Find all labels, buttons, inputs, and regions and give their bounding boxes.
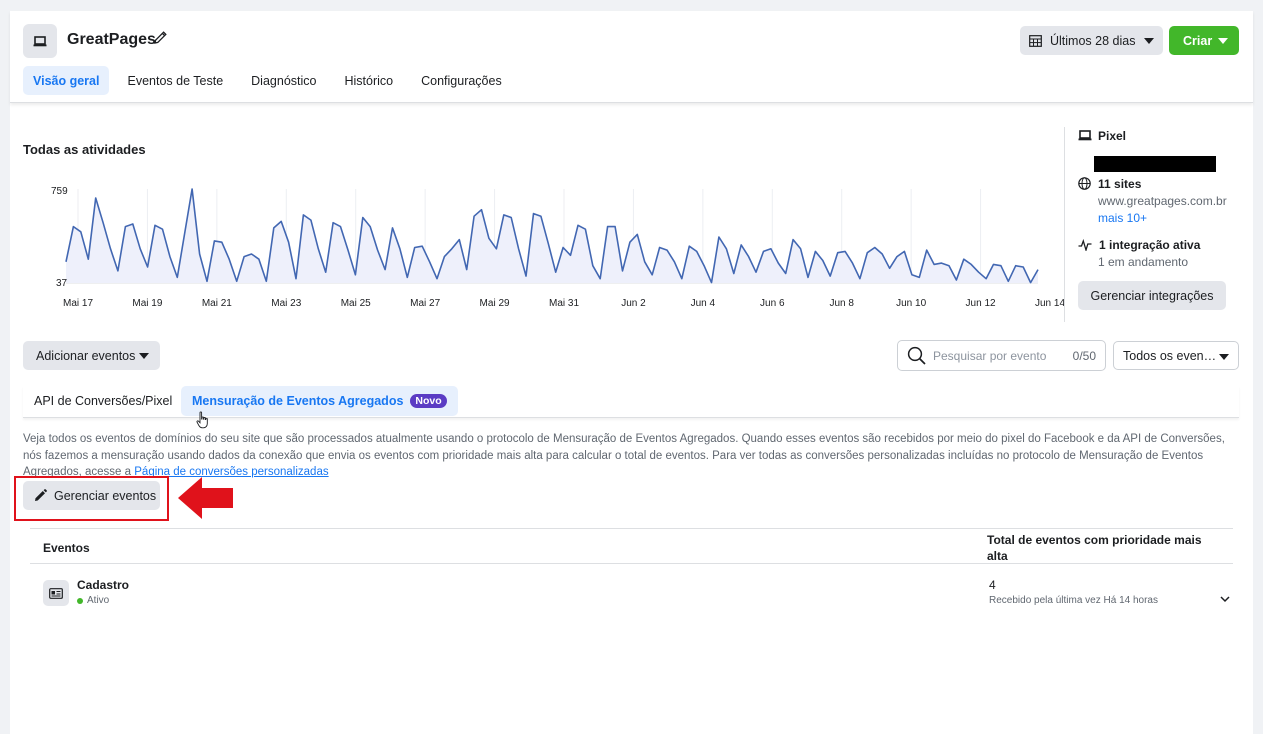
- search-char-count: 0/50: [1072, 349, 1096, 363]
- laptop-icon: [1078, 130, 1092, 141]
- y-tick-label: 759: [51, 186, 68, 197]
- caret-down-icon: [1218, 38, 1228, 44]
- col-events-header: Eventos: [43, 541, 90, 555]
- tab-overview[interactable]: Visão geral: [23, 66, 110, 95]
- highlight-box: [14, 476, 169, 521]
- integration-label: 1 integração ativa: [1099, 238, 1201, 252]
- x-tick-label: Jun 4: [690, 298, 716, 309]
- caret-down-icon: [1219, 354, 1229, 360]
- sites-label: 11 sites: [1098, 177, 1142, 191]
- status-dot: [77, 597, 83, 604]
- site-url: www.greatpages.com.br: [1098, 194, 1227, 208]
- x-tick-label: Mai 17: [62, 298, 94, 309]
- tab-conversions-api[interactable]: API de Conversões/Pixel: [23, 386, 183, 416]
- x-tick-label: Mai 23: [271, 298, 302, 309]
- events-filter-label: Todos os even…: [1123, 348, 1217, 363]
- pixel-info-panel: Pixel 11 sites www.greatpages.com.br mai…: [1064, 127, 1244, 322]
- manage-integrations-button[interactable]: Gerenciar integrações: [1078, 281, 1226, 310]
- add-events-label: Adicionar eventos: [36, 348, 136, 363]
- integration-status: 1 em andamento: [1098, 255, 1189, 269]
- activity-pulse-icon: [1078, 238, 1092, 253]
- x-tick-label: Mai 27: [410, 298, 441, 309]
- tab-settings[interactable]: Configurações: [411, 66, 512, 95]
- create-label: Criar: [1183, 33, 1213, 48]
- events-filter-dropdown[interactable]: Todos os even…: [1113, 341, 1239, 370]
- col-total-header: Total de eventos com prioridade mais alt…: [987, 533, 1202, 563]
- event-search: 0/50: [897, 340, 1106, 371]
- aem-description: Veja todos os eventos de domínios do seu…: [23, 431, 1239, 481]
- x-tick-label: Mai 31: [548, 298, 580, 309]
- tab-diagnostics[interactable]: Diagnóstico: [241, 66, 326, 95]
- tab-history[interactable]: Histórico: [334, 66, 403, 95]
- activity-chart: [65, 188, 1039, 284]
- calendar-icon: [1029, 34, 1042, 47]
- redacted-pixel-id: [1094, 156, 1216, 172]
- chevron-down-icon[interactable]: [1220, 590, 1230, 608]
- x-tick-label: Jun 6: [760, 298, 785, 309]
- tab-aggregated-events-label: Mensuração de Eventos Agregados: [192, 394, 404, 408]
- table-row[interactable]: Cadastro Ativo 4 Recebido pela última ve…: [30, 564, 1233, 624]
- pencil-icon[interactable]: [153, 30, 168, 50]
- activity-title: Todas as atividades: [23, 142, 146, 157]
- event-count: 4: [989, 578, 996, 592]
- main-tabs: Visão geral Eventos de Teste Diagnóstico…: [23, 66, 520, 95]
- event-status: Ativo: [77, 595, 109, 606]
- page-header: GreatPages Visão geral Eventos de Teste …: [10, 11, 1253, 103]
- add-events-button[interactable]: Adicionar eventos: [23, 341, 160, 370]
- x-tick-label: Mai 29: [479, 298, 510, 309]
- globe-icon: [1078, 177, 1091, 190]
- x-tick-label: Mai 25: [340, 298, 371, 309]
- x-tick-label: Jun 14: [1034, 298, 1066, 309]
- pixel-row: Pixel: [1078, 129, 1126, 143]
- create-button[interactable]: Criar: [1169, 26, 1239, 55]
- date-range-label: Últimos 28 dias: [1050, 33, 1136, 48]
- contact-card-icon: [43, 580, 69, 606]
- chart-area: [66, 189, 1038, 283]
- x-tick-label: Jun 12: [965, 298, 996, 309]
- x-tick-label: Mai 21: [201, 298, 232, 309]
- caret-down-icon: [139, 353, 149, 359]
- event-status-label: Ativo: [87, 595, 110, 606]
- x-tick-label: Jun 10: [896, 298, 927, 309]
- caret-down-icon: [1144, 38, 1154, 44]
- date-range-dropdown[interactable]: Últimos 28 dias: [1020, 26, 1163, 55]
- sites-row: 11 sites: [1078, 177, 1141, 191]
- x-tick-label: Mai 19: [132, 298, 163, 309]
- integration-row: 1 integração ativa: [1078, 238, 1201, 253]
- x-tick-label: Jun 8: [829, 298, 854, 309]
- search-input[interactable]: [933, 347, 1063, 365]
- app-title: GreatPages: [67, 31, 156, 48]
- event-last-received: Recebido pela última vez Há 14 horas: [989, 595, 1158, 606]
- y-tick-label: 37: [56, 278, 68, 289]
- red-arrow-annotation: [178, 477, 234, 524]
- event-name: Cadastro: [77, 578, 130, 592]
- new-badge: Novo: [410, 394, 447, 408]
- table-header: Eventos Total de eventos com prioridade …: [30, 528, 1233, 564]
- main-panel: GreatPages Visão geral Eventos de Teste …: [10, 11, 1253, 734]
- pixel-label: Pixel: [1098, 129, 1127, 143]
- search-icon: [907, 346, 926, 365]
- x-tick-label: Jun 2: [621, 298, 646, 309]
- more-sites-link[interactable]: mais 10+: [1098, 211, 1147, 225]
- tab-test-events[interactable]: Eventos de Teste: [117, 66, 233, 95]
- tab-aggregated-events[interactable]: Mensuração de Eventos Agregados Novo: [181, 386, 458, 416]
- laptop-icon: [23, 24, 57, 58]
